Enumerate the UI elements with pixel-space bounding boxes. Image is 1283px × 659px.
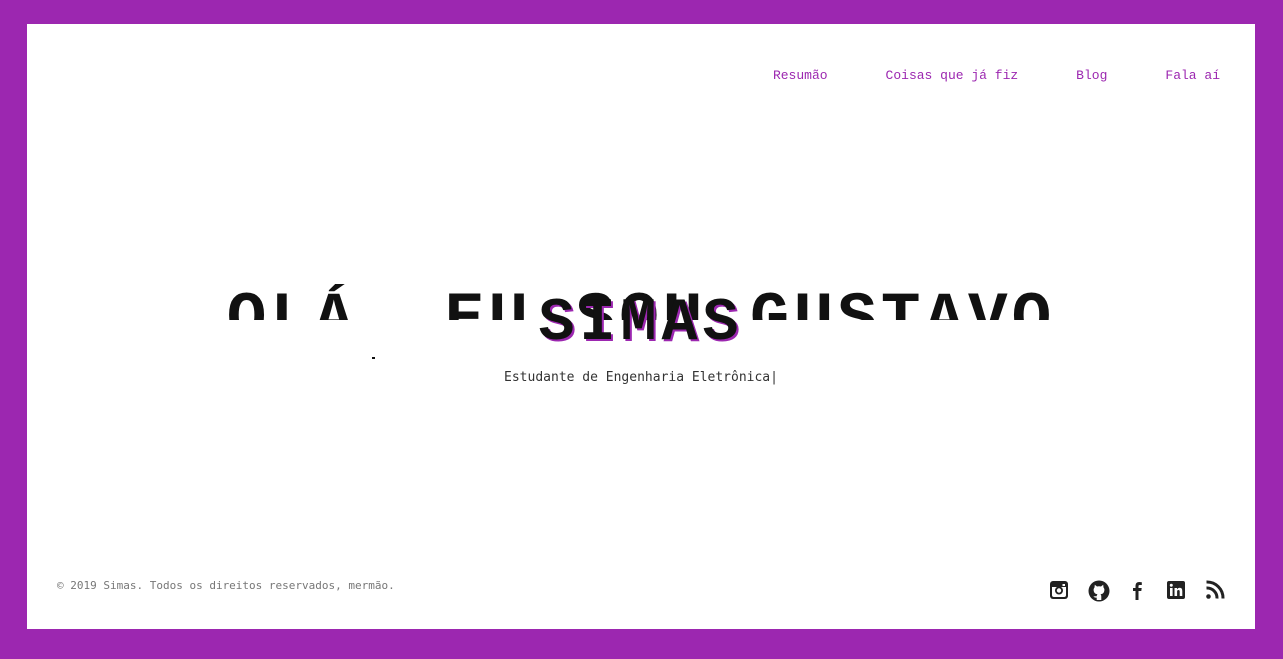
nav-coisas-que-ja-fiz[interactable]: Coisas que já fiz — [886, 68, 1019, 83]
social-links — [1049, 580, 1225, 602]
nav-blog[interactable]: Blog — [1076, 68, 1107, 83]
nav-fala-ai[interactable]: Fala aí — [1165, 68, 1220, 83]
typing-cursor: | — [770, 370, 778, 385]
decorative-dot — [372, 357, 375, 359]
hero-name: SIMAS — [538, 290, 744, 358]
facebook-icon[interactable] — [1127, 580, 1147, 600]
instagram-icon[interactable] — [1049, 580, 1069, 600]
github-icon[interactable] — [1088, 580, 1110, 602]
rss-icon[interactable] — [1205, 580, 1225, 600]
subtitle-text: Estudante de Engenharia Eletrônica — [504, 370, 771, 385]
linkedin-icon[interactable] — [1166, 580, 1186, 600]
nav-resumao[interactable]: Resumão — [773, 68, 828, 83]
footer-copyright: © 2019 Simas. Todos os direitos reservad… — [57, 579, 395, 592]
hero-subtitle: Estudante de Engenharia Eletrônica| — [27, 370, 1255, 385]
main-nav: Resumão Coisas que já fiz Blog Fala aí — [773, 68, 1220, 83]
page-frame: Resumão Coisas que já fiz Blog Fala aí O… — [27, 24, 1255, 629]
